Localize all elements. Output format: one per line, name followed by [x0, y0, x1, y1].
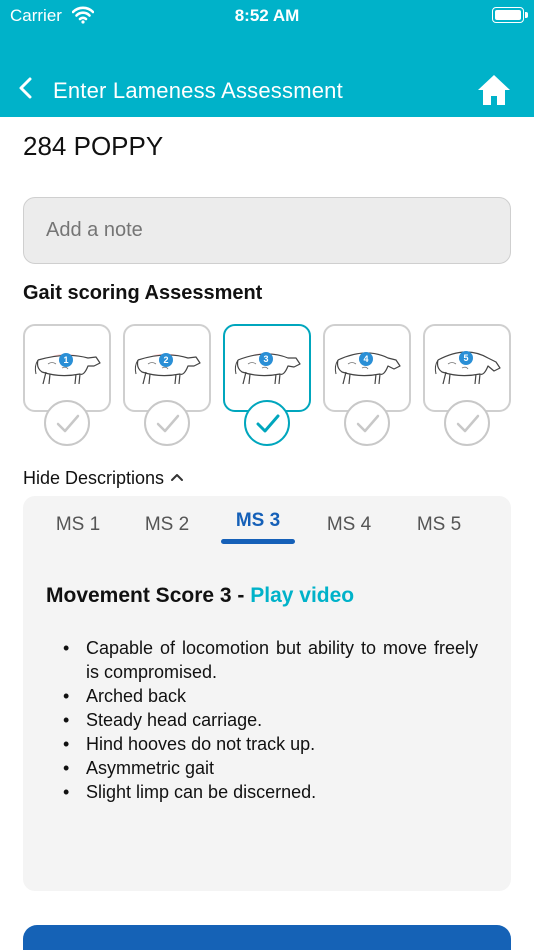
clock: 8:52 AM [234, 6, 300, 25]
check-icon[interactable] [244, 400, 290, 446]
list-item: Slight limp can be discerned. [63, 780, 478, 804]
gait-score-number: 5 [459, 350, 473, 365]
battery-icon [492, 7, 528, 23]
hide-descriptions-toggle[interactable]: Hide Descriptions [23, 466, 184, 489]
tab-ms-1[interactable]: MS 1 [41, 514, 115, 548]
tab-ms-2[interactable]: MS 2 [130, 514, 204, 548]
animal-name: 284 POPPY [23, 131, 164, 161]
list-item: Arched back [63, 684, 478, 708]
check-icon[interactable] [444, 400, 490, 446]
movement-score-title: Movement Score 3 - [46, 584, 251, 607]
hide-descriptions-label: Hide Descriptions [23, 468, 165, 488]
check-icon[interactable] [144, 400, 190, 446]
description-panel: MS 1 MS 2 MS 3 MS 4 MS 5 Movement Score … [23, 496, 511, 891]
tab-ms-5[interactable]: MS 5 [402, 514, 476, 548]
chevron-up-icon [170, 466, 184, 487]
list-item: Hind hooves do not track up. [63, 732, 478, 756]
gait-score-options: 1 2 3 4 5 [23, 324, 511, 446]
gait-score-card-5[interactable]: 5 [423, 324, 511, 412]
note-input[interactable] [23, 197, 511, 264]
gait-score-number: 2 [159, 352, 173, 367]
movement-score-heading: Movement Score 3 - Play video [46, 584, 354, 608]
navigation-bar: Enter Lameness Assessment [0, 34, 534, 117]
description-bullets: Capable of locomotion but ability to mov… [63, 636, 478, 804]
check-icon[interactable] [44, 400, 90, 446]
tab-ms-4[interactable]: MS 4 [312, 514, 386, 548]
list-item: Steady head carriage. [63, 708, 478, 732]
gait-score-number: 3 [259, 352, 273, 367]
play-video-link[interactable]: Play video [250, 584, 354, 607]
chevron-left-icon[interactable] [16, 76, 36, 100]
gait-scoring-title: Gait scoring Assessment [23, 282, 263, 304]
gait-score-number: 1 [59, 353, 73, 367]
list-item: Capable of locomotion but ability to mov… [63, 636, 478, 684]
gait-score-card-2[interactable]: 2 [123, 324, 211, 412]
gait-score-card-3[interactable]: 3 [223, 324, 311, 412]
gait-score-card-1[interactable]: 1 [23, 324, 111, 412]
list-item: Asymmetric gait [63, 756, 478, 780]
check-icon[interactable] [344, 400, 390, 446]
active-tab-indicator [221, 539, 295, 544]
gait-score-card-4[interactable]: 4 [323, 324, 411, 412]
submit-button[interactable] [23, 925, 511, 950]
gait-score-number: 4 [359, 351, 373, 366]
page-title: Enter Lameness Assessment [53, 78, 343, 103]
home-icon[interactable] [476, 72, 512, 108]
status-bar: Carrier 8:52 AM [0, 0, 534, 34]
